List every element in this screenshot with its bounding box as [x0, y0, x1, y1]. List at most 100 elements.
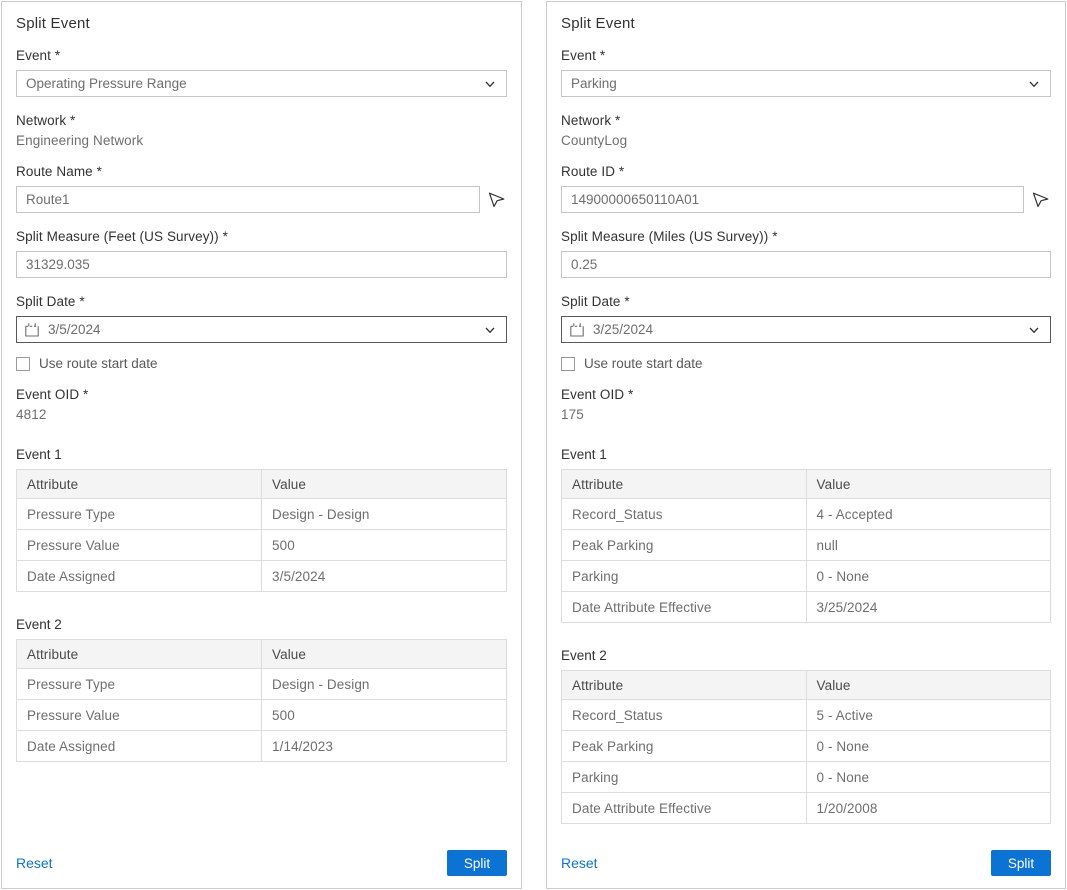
network-value: CountyLog	[561, 133, 1051, 148]
use-route-start-date-label: Use route start date	[39, 356, 158, 371]
attribute-cell: Record_Status	[562, 499, 807, 530]
calendar-icon	[24, 322, 40, 338]
attribute-cell: Date Assigned	[17, 561, 262, 592]
event2-table: Attribute Value Record_Status 5 - Active…	[561, 670, 1051, 824]
event-select[interactable]: Parking	[561, 70, 1051, 97]
split-measure-input[interactable]	[561, 251, 1051, 278]
split-measure-label: Split Measure (Miles (US Survey)) *	[561, 229, 1051, 244]
panel-title: Split Event	[561, 15, 1051, 32]
calendar-icon	[569, 322, 585, 338]
table-row: Date Assigned 1/14/2023	[17, 731, 507, 762]
use-route-start-date-checkbox[interactable]	[561, 357, 575, 371]
network-value: Engineering Network	[16, 133, 507, 148]
event-select-value: Parking	[571, 76, 617, 91]
value-cell: 500	[262, 700, 507, 731]
attribute-cell: Record_Status	[562, 700, 807, 731]
chevron-down-icon	[1028, 78, 1040, 90]
table-row: Date Attribute Effective 3/25/2024	[562, 592, 1051, 623]
split-date-label: Split Date *	[16, 294, 507, 309]
table-header-row: Attribute Value	[562, 671, 1051, 700]
value-cell: 500	[262, 530, 507, 561]
value-cell: 3/5/2024	[262, 561, 507, 592]
event-oid-value: 175	[561, 407, 1051, 422]
event-label: Event *	[561, 48, 1051, 63]
event-oid-value: 4812	[16, 407, 507, 422]
split-date-value: 3/5/2024	[48, 322, 476, 337]
split-date-label: Split Date *	[561, 294, 1051, 309]
value-cell: 0 - None	[806, 762, 1051, 793]
event2-table: Attribute Value Pressure Type Design - D…	[16, 639, 507, 762]
use-route-start-date-label: Use route start date	[584, 356, 703, 371]
panel-footer: Reset Split	[561, 840, 1051, 876]
panel-title: Split Event	[16, 15, 507, 32]
use-route-start-date-checkbox[interactable]	[16, 357, 30, 371]
event2-heading: Event 2	[16, 617, 507, 632]
table-row: Peak Parking null	[562, 530, 1051, 561]
value-cell: 5 - Active	[806, 700, 1051, 731]
event-oid-label: Event OID *	[16, 387, 507, 402]
value-column-header: Value	[262, 640, 507, 669]
split-event-panel-right: Split Event Event * Parking Network * Co…	[546, 1, 1066, 889]
split-date-picker[interactable]: 3/5/2024	[16, 316, 507, 343]
attribute-column-header: Attribute	[17, 470, 262, 499]
value-column-header: Value	[806, 671, 1051, 700]
attribute-column-header: Attribute	[17, 640, 262, 669]
table-row: Record_Status 4 - Accepted	[562, 499, 1051, 530]
value-cell: 0 - None	[806, 731, 1051, 762]
attribute-cell: Date Attribute Effective	[562, 592, 807, 623]
split-measure-label: Split Measure (Feet (US Survey)) *	[16, 229, 507, 244]
attribute-cell: Parking	[562, 762, 807, 793]
split-date-picker[interactable]: 3/25/2024	[561, 316, 1051, 343]
table-row: Pressure Value 500	[17, 530, 507, 561]
value-cell: Design - Design	[262, 669, 507, 700]
event-label: Event *	[16, 48, 507, 63]
attribute-cell: Pressure Type	[17, 669, 262, 700]
event-oid-label: Event OID *	[561, 387, 1051, 402]
event-select-value: Operating Pressure Range	[26, 76, 187, 91]
value-cell: Design - Design	[262, 499, 507, 530]
value-cell: null	[806, 530, 1051, 561]
event-select[interactable]: Operating Pressure Range	[16, 70, 507, 97]
chevron-down-icon	[1028, 324, 1040, 336]
route-input[interactable]	[16, 186, 480, 213]
route-input[interactable]	[561, 186, 1024, 213]
network-label: Network *	[16, 113, 507, 128]
split-event-widgets: Split Event Event * Operating Pressure R…	[0, 0, 1067, 890]
value-cell: 4 - Accepted	[806, 499, 1051, 530]
network-label: Network *	[561, 113, 1051, 128]
value-cell: 1/20/2008	[806, 793, 1051, 824]
reset-link[interactable]: Reset	[561, 855, 598, 871]
attribute-cell: Parking	[562, 561, 807, 592]
table-header-row: Attribute Value	[17, 640, 507, 669]
value-column-header: Value	[262, 470, 507, 499]
route-field-row	[16, 179, 507, 213]
table-row: Record_Status 5 - Active	[562, 700, 1051, 731]
panel-footer: Reset Split	[16, 840, 507, 876]
table-row: Peak Parking 0 - None	[562, 731, 1051, 762]
split-button[interactable]: Split	[447, 850, 507, 876]
table-header-row: Attribute Value	[17, 470, 507, 499]
table-row: Pressure Value 500	[17, 700, 507, 731]
route-label: Route Name *	[16, 164, 507, 179]
attribute-cell: Peak Parking	[562, 731, 807, 762]
use-route-start-date-row: Use route start date	[16, 356, 507, 371]
attribute-column-header: Attribute	[562, 671, 807, 700]
table-header-row: Attribute Value	[562, 470, 1051, 499]
attribute-cell: Peak Parking	[562, 530, 807, 561]
table-row: Date Attribute Effective 1/20/2008	[562, 793, 1051, 824]
map-pointer-icon[interactable]	[1031, 190, 1051, 209]
value-cell: 1/14/2023	[262, 731, 507, 762]
attribute-cell: Date Attribute Effective	[562, 793, 807, 824]
reset-link[interactable]: Reset	[16, 855, 53, 871]
attribute-column-header: Attribute	[562, 470, 807, 499]
map-pointer-icon[interactable]	[487, 190, 507, 209]
table-row: Parking 0 - None	[562, 561, 1051, 592]
value-column-header: Value	[806, 470, 1051, 499]
chevron-down-icon	[484, 78, 496, 90]
table-row: Pressure Type Design - Design	[17, 669, 507, 700]
split-button[interactable]: Split	[991, 850, 1051, 876]
event1-heading: Event 1	[16, 447, 507, 462]
split-measure-input[interactable]	[16, 251, 507, 278]
value-cell: 3/25/2024	[806, 592, 1051, 623]
event2-heading: Event 2	[561, 648, 1051, 663]
